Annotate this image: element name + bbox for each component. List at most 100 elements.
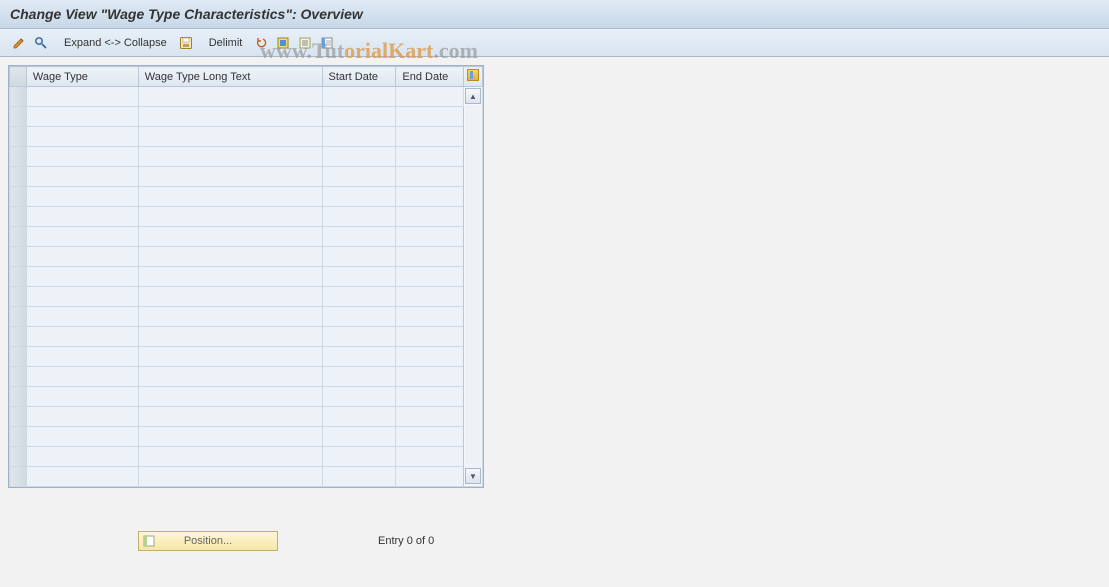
row-selector[interactable] bbox=[10, 407, 27, 427]
col-header-wage-type[interactable]: Wage Type bbox=[26, 67, 138, 87]
cell[interactable] bbox=[396, 447, 464, 467]
cell[interactable] bbox=[396, 307, 464, 327]
cell[interactable] bbox=[138, 207, 322, 227]
row-selector[interactable] bbox=[10, 467, 27, 487]
cell[interactable] bbox=[396, 327, 464, 347]
cell[interactable] bbox=[396, 407, 464, 427]
cell[interactable] bbox=[396, 367, 464, 387]
cell[interactable] bbox=[396, 387, 464, 407]
cell[interactable] bbox=[26, 247, 138, 267]
toggle-display-change-icon[interactable] bbox=[10, 34, 28, 52]
row-selector[interactable] bbox=[10, 447, 27, 467]
delimit-button[interactable]: Delimit bbox=[203, 37, 249, 49]
cell[interactable] bbox=[26, 287, 138, 307]
cell[interactable] bbox=[322, 247, 396, 267]
row-selector[interactable] bbox=[10, 427, 27, 447]
row-selector[interactable] bbox=[10, 307, 27, 327]
cell[interactable] bbox=[322, 207, 396, 227]
deselect-all-icon[interactable] bbox=[296, 34, 314, 52]
cell[interactable] bbox=[26, 187, 138, 207]
cell[interactable] bbox=[322, 147, 396, 167]
cell[interactable] bbox=[26, 307, 138, 327]
cell[interactable] bbox=[26, 407, 138, 427]
cell[interactable] bbox=[138, 387, 322, 407]
save-variant-icon[interactable] bbox=[177, 34, 195, 52]
cell[interactable] bbox=[322, 287, 396, 307]
cell[interactable] bbox=[138, 287, 322, 307]
cell[interactable] bbox=[396, 207, 464, 227]
cell[interactable] bbox=[138, 367, 322, 387]
cell[interactable] bbox=[26, 347, 138, 367]
cell[interactable] bbox=[322, 467, 396, 487]
cell[interactable] bbox=[322, 327, 396, 347]
cell[interactable] bbox=[396, 147, 464, 167]
cell[interactable] bbox=[322, 107, 396, 127]
cell[interactable] bbox=[396, 467, 464, 487]
cell[interactable] bbox=[396, 347, 464, 367]
cell[interactable] bbox=[322, 427, 396, 447]
cell[interactable] bbox=[26, 327, 138, 347]
cell[interactable] bbox=[396, 247, 464, 267]
cell[interactable] bbox=[138, 327, 322, 347]
cell[interactable] bbox=[26, 387, 138, 407]
cell[interactable] bbox=[138, 347, 322, 367]
cell[interactable] bbox=[396, 87, 464, 107]
row-selector[interactable] bbox=[10, 187, 27, 207]
cell[interactable] bbox=[26, 427, 138, 447]
cell[interactable] bbox=[26, 87, 138, 107]
row-selector[interactable] bbox=[10, 147, 27, 167]
cell[interactable] bbox=[26, 227, 138, 247]
scroll-up-icon[interactable]: ▲ bbox=[465, 88, 481, 104]
cell[interactable] bbox=[26, 367, 138, 387]
row-selector[interactable] bbox=[10, 107, 27, 127]
cell[interactable] bbox=[138, 247, 322, 267]
cell[interactable] bbox=[138, 107, 322, 127]
row-selector[interactable] bbox=[10, 327, 27, 347]
cell[interactable] bbox=[322, 387, 396, 407]
cell[interactable] bbox=[26, 267, 138, 287]
cell[interactable] bbox=[138, 187, 322, 207]
row-selector[interactable] bbox=[10, 227, 27, 247]
cell[interactable] bbox=[322, 307, 396, 327]
cell[interactable] bbox=[322, 347, 396, 367]
cell[interactable] bbox=[322, 187, 396, 207]
cell[interactable] bbox=[322, 167, 396, 187]
undo-icon[interactable] bbox=[252, 34, 270, 52]
cell[interactable] bbox=[138, 167, 322, 187]
row-selector[interactable] bbox=[10, 347, 27, 367]
cell[interactable] bbox=[322, 267, 396, 287]
cell[interactable] bbox=[138, 307, 322, 327]
cell[interactable] bbox=[396, 187, 464, 207]
scroll-track[interactable] bbox=[465, 105, 481, 468]
cell[interactable] bbox=[396, 167, 464, 187]
row-selector[interactable] bbox=[10, 387, 27, 407]
cell[interactable] bbox=[396, 127, 464, 147]
cell[interactable] bbox=[26, 167, 138, 187]
cell[interactable] bbox=[138, 147, 322, 167]
row-selector[interactable] bbox=[10, 367, 27, 387]
col-header-start-date[interactable]: Start Date bbox=[322, 67, 396, 87]
row-selector[interactable] bbox=[10, 127, 27, 147]
scroll-down-icon[interactable]: ▼ bbox=[465, 468, 481, 484]
cell[interactable] bbox=[138, 227, 322, 247]
cell[interactable] bbox=[138, 427, 322, 447]
row-selector[interactable] bbox=[10, 87, 27, 107]
cell[interactable] bbox=[138, 267, 322, 287]
col-header-end-date[interactable]: End Date bbox=[396, 67, 464, 87]
cell[interactable] bbox=[138, 87, 322, 107]
cell[interactable] bbox=[322, 127, 396, 147]
cell[interactable] bbox=[322, 447, 396, 467]
cell[interactable] bbox=[26, 207, 138, 227]
cell[interactable] bbox=[26, 147, 138, 167]
cell[interactable] bbox=[396, 427, 464, 447]
row-selector[interactable] bbox=[10, 167, 27, 187]
configure-icon[interactable] bbox=[318, 34, 336, 52]
row-selector[interactable] bbox=[10, 287, 27, 307]
cell[interactable] bbox=[26, 467, 138, 487]
cell[interactable] bbox=[138, 127, 322, 147]
vertical-scrollbar[interactable]: ▲▼ bbox=[463, 87, 482, 487]
position-button[interactable]: Position... bbox=[138, 531, 278, 551]
row-selector[interactable] bbox=[10, 267, 27, 287]
expand-collapse-button[interactable]: Expand <-> Collapse bbox=[58, 37, 173, 49]
other-view-icon[interactable] bbox=[32, 34, 50, 52]
